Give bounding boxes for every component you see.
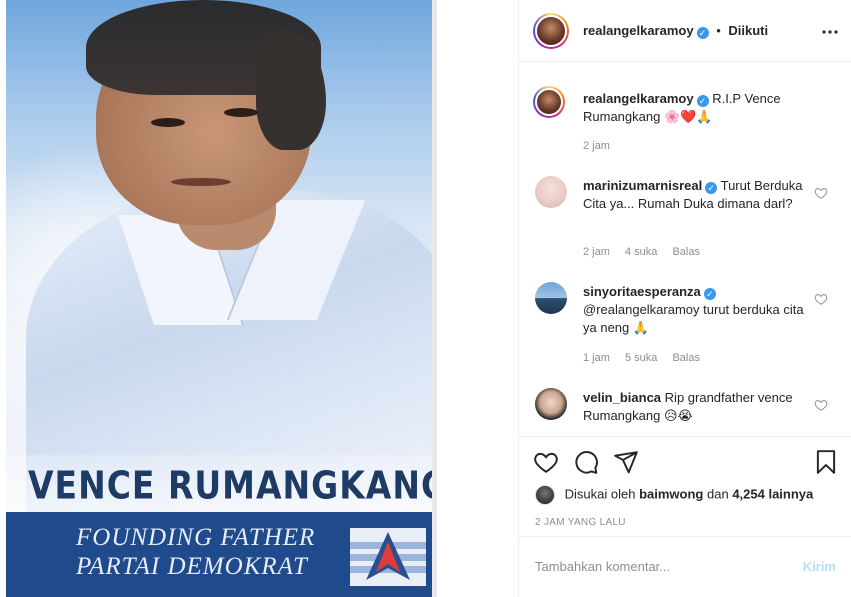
follow-status-button[interactable]: Diikuti	[728, 23, 768, 38]
comment-like-heart-icon[interactable]	[814, 186, 828, 200]
poster-name-text: VENCE RUMANGKANG	[28, 463, 432, 508]
liker-avatar[interactable]	[535, 485, 555, 505]
author-avatar[interactable]	[533, 13, 569, 49]
caption-meta: 2 jam	[583, 140, 622, 152]
post-timestamp[interactable]: 2 JAM YANG LALU	[535, 517, 626, 528]
likes-conjunction: dan	[706, 486, 729, 502]
poster-eye-right	[224, 108, 258, 117]
comment-meta: 2 jam 4 suka Balas	[583, 246, 712, 258]
post-media[interactable]: VENCE RUMANGKANG FOUNDING FATHER PARTAI …	[0, 0, 437, 597]
comments-list[interactable]: realangelkaramoy ✓ R.I.P Vence Rumangkang…	[519, 62, 851, 436]
commenter-avatar[interactable]	[535, 176, 567, 208]
caption-author-avatar[interactable]	[533, 86, 565, 118]
caption-text-block: realangelkaramoy ✓ R.I.P Vence Rumangkang…	[583, 90, 805, 126]
comment-text: @realangelkaramoy turut berduka cita ya …	[583, 302, 804, 335]
post-actions: Disukai oleh baimwong dan 4,254 lainnya …	[519, 436, 851, 536]
share-icon[interactable]	[613, 449, 639, 475]
heart-icon[interactable]	[533, 449, 559, 475]
author-line: realangelkaramoy ✓ • Diikuti	[583, 23, 768, 39]
liker-username[interactable]: baimwong	[639, 486, 703, 501]
verified-badge-icon: ✓	[703, 288, 716, 300]
comment-username[interactable]: sinyoritaesperanza	[583, 284, 701, 299]
comment-text-block: marinizumarnisreal ✓ Turut Berduka Cita y…	[583, 177, 805, 213]
likes-summary[interactable]: Disukai oleh baimwong dan 4,254 lainnya	[535, 485, 813, 505]
header-separator: •	[716, 23, 721, 38]
verified-badge-icon: ✓	[696, 95, 709, 107]
post-header: realangelkaramoy ✓ • Diikuti	[519, 0, 851, 62]
post-sidebar: realangelkaramoy ✓ • Diikuti realangelkar…	[518, 0, 851, 597]
likes-prefix: Disukai oleh	[564, 486, 636, 502]
memorial-poster-image: VENCE RUMANGKANG FOUNDING FATHER PARTAI …	[6, 0, 432, 597]
comment-time[interactable]: 2 jam	[583, 246, 610, 258]
add-comment-bar: Kirim	[519, 536, 851, 597]
comment-input[interactable]	[535, 559, 775, 574]
comment-text-block: velin_bianca Rip grandfather vence Ruman…	[583, 389, 805, 425]
comment-likes[interactable]: 5 suka	[625, 352, 657, 364]
comment-like-heart-icon[interactable]	[814, 398, 828, 412]
comment-likes[interactable]: 4 suka	[625, 246, 657, 258]
caption-time[interactable]: 2 jam	[583, 140, 610, 152]
poster-tagline-line2: PARTAI DEMOKRAT	[76, 553, 308, 580]
poster-tagline-line1: FOUNDING FATHER	[76, 524, 316, 551]
author-username[interactable]: realangelkaramoy	[583, 23, 694, 38]
post-comment-button[interactable]: Kirim	[803, 559, 836, 574]
likes-count[interactable]: 4,254 lainnya	[732, 486, 813, 501]
poster-mouth	[171, 178, 231, 186]
bookmark-icon[interactable]	[813, 449, 839, 475]
reply-button[interactable]: Balas	[672, 352, 700, 364]
commenter-avatar[interactable]	[535, 388, 567, 420]
caption-username[interactable]: realangelkaramoy	[583, 91, 694, 106]
comment-icon[interactable]	[573, 449, 599, 475]
reply-button[interactable]: Balas	[672, 246, 700, 258]
poster-eye-left	[151, 118, 185, 127]
comment-time[interactable]: 1 jam	[583, 352, 610, 364]
comment-username[interactable]: velin_bianca	[583, 390, 661, 405]
comment-like-heart-icon[interactable]	[814, 292, 828, 306]
verified-badge-icon: ✓	[696, 27, 709, 39]
comment-meta: 1 jam 5 suka Balas	[583, 352, 712, 364]
party-logo	[350, 528, 426, 586]
comment-username[interactable]: marinizumarnisreal	[583, 178, 702, 193]
more-horizontal-icon[interactable]	[822, 22, 838, 34]
comment-text-block: sinyoritaesperanza ✓ @realangelkaramoy tu…	[583, 283, 805, 337]
commenter-avatar[interactable]	[535, 282, 567, 314]
verified-badge-icon: ✓	[705, 182, 718, 194]
